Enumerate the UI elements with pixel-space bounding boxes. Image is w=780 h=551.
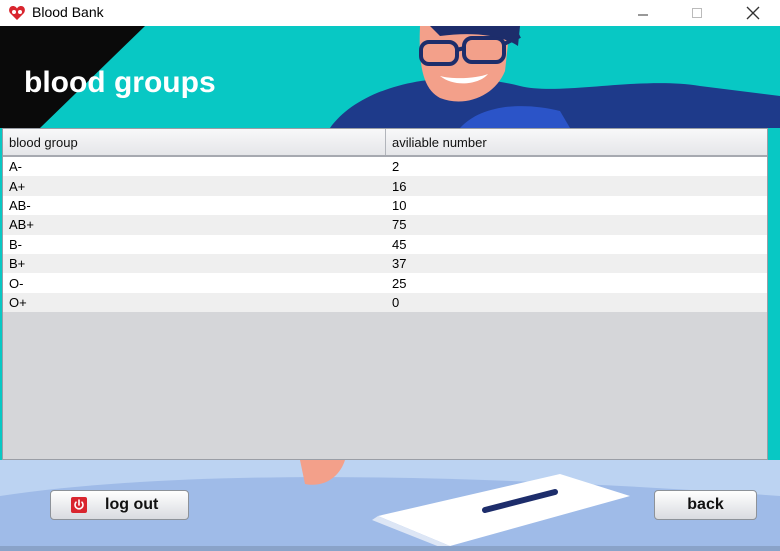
page-title: blood groups: [24, 66, 216, 99]
available-number-cell: 0: [392, 294, 400, 310]
table-row[interactable]: A- 2: [3, 157, 767, 177]
available-number-cell: 75: [392, 217, 407, 233]
blood-group-cell: AB-: [9, 197, 31, 213]
blood-group-cell: AB+: [9, 217, 34, 233]
blood-group-cell: A-: [9, 159, 22, 175]
main-content: blood groups blood group aviliable numbe…: [0, 26, 780, 551]
maximize-icon: [692, 8, 702, 18]
blood-bank-heart-icon: [9, 6, 25, 20]
back-label: back: [687, 496, 724, 513]
minimize-button[interactable]: [620, 0, 666, 26]
table-row[interactable]: O+ 0: [3, 292, 767, 313]
close-icon: [746, 6, 760, 20]
maximize-button[interactable]: [674, 0, 720, 26]
logout-button[interactable]: log out: [50, 490, 189, 520]
blood-groups-table: blood group aviliable number A- 2 A+ 16 …: [2, 128, 768, 460]
table-row[interactable]: AB- 10: [3, 195, 767, 216]
logout-label: log out: [105, 496, 159, 513]
table-header: blood group aviliable number: [3, 129, 767, 157]
table-row[interactable]: A+ 16: [3, 176, 767, 196]
title-bar: Blood Bank: [0, 0, 780, 26]
available-number-cell: 2: [392, 159, 400, 175]
close-button[interactable]: [730, 0, 776, 26]
table-row[interactable]: AB+ 75: [3, 215, 767, 235]
available-number-cell: 37: [392, 256, 407, 272]
minimize-icon: [638, 14, 648, 16]
blood-group-cell: O-: [9, 275, 24, 291]
blood-group-cell: B-: [9, 236, 22, 252]
window-title: Blood Bank: [32, 4, 104, 20]
back-button[interactable]: back: [654, 490, 757, 520]
table-row[interactable]: B+ 37: [3, 253, 767, 274]
available-number-cell: 10: [392, 197, 407, 213]
available-number-cell: 25: [392, 275, 407, 291]
available-number-cell: 45: [392, 236, 407, 252]
table-body: A- 2 A+ 16 AB- 10 AB+ 75 B- 45 B+ 37 O- …: [3, 157, 767, 313]
column-header-available-number[interactable]: aviliable number: [386, 129, 767, 155]
available-number-cell: 16: [392, 178, 407, 194]
column-header-blood-group[interactable]: blood group: [3, 129, 386, 155]
table-row[interactable]: B- 45: [3, 234, 767, 254]
power-icon: [71, 497, 87, 513]
blood-group-cell: A+: [9, 178, 26, 194]
blood-group-cell: O+: [9, 294, 27, 310]
table-row[interactable]: O- 25: [3, 273, 767, 293]
blood-group-cell: B+: [9, 256, 26, 272]
